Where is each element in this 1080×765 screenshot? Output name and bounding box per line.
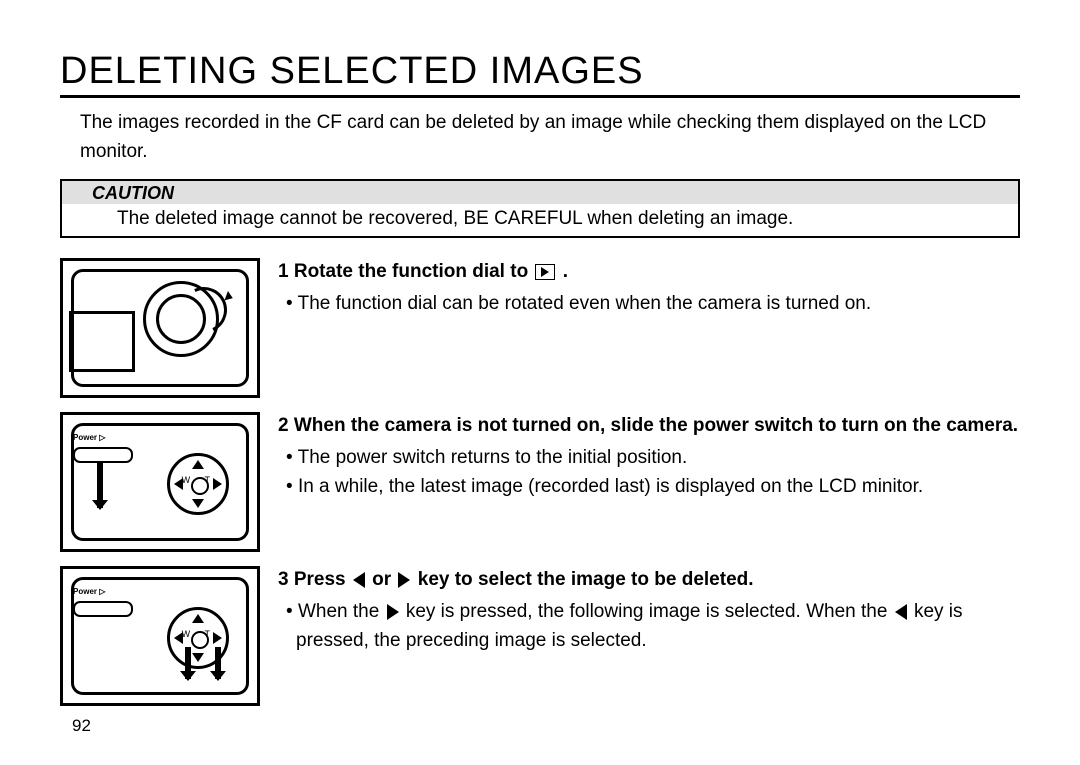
- playback-mode-icon: [535, 264, 555, 280]
- step-1-heading: 1 Rotate the function dial to .: [278, 258, 1020, 287]
- caution-text: The deleted image cannot be recovered, B…: [62, 204, 1018, 236]
- step-num: 1: [278, 261, 289, 282]
- right-arrow-icon: [398, 572, 410, 588]
- intro-text: The images recorded in the CF card can b…: [60, 108, 1020, 167]
- step-1-bullet: The function dial can be rotated even wh…: [294, 290, 1020, 319]
- illustration-power: Power ▷ W T: [60, 412, 260, 552]
- step-2-bullet-1: The power switch returns to the initial …: [294, 444, 1020, 473]
- step-3-bullet: When the key is pressed, the following i…: [294, 598, 1020, 655]
- illustration-select: Power ▷ W T: [60, 566, 260, 706]
- arrow-down-icon: [215, 647, 221, 679]
- step-num: 2: [278, 415, 289, 436]
- caution-label: CAUTION: [62, 181, 1018, 204]
- left-arrow-icon: [353, 572, 365, 588]
- step-2: Power ▷ W T 2 When the camera is not tur…: [60, 412, 1020, 552]
- step-3: Power ▷ W T 3 Press or key to select the…: [60, 566, 1020, 706]
- left-arrow-icon: [895, 604, 907, 620]
- step-3-heading: 3 Press or key to select the image to be…: [278, 566, 1020, 595]
- illustration-dial: [60, 258, 260, 398]
- step-2-heading: 2 When the camera is not turned on, slid…: [278, 412, 1020, 441]
- step-2-bullet-2: In a while, the latest image (recorded l…: [294, 473, 1020, 502]
- arrow-down-icon: [185, 647, 191, 679]
- arrow-down-icon: [97, 463, 103, 508]
- step-1: 1 Rotate the function dial to . The func…: [60, 258, 1020, 398]
- page-title: DELETING SELECTED IMAGES: [60, 50, 1020, 98]
- page-number: 92: [60, 716, 1020, 736]
- right-arrow-icon: [387, 604, 399, 620]
- caution-box: CAUTION The deleted image cannot be reco…: [60, 179, 1020, 238]
- step-num: 3: [278, 569, 289, 590]
